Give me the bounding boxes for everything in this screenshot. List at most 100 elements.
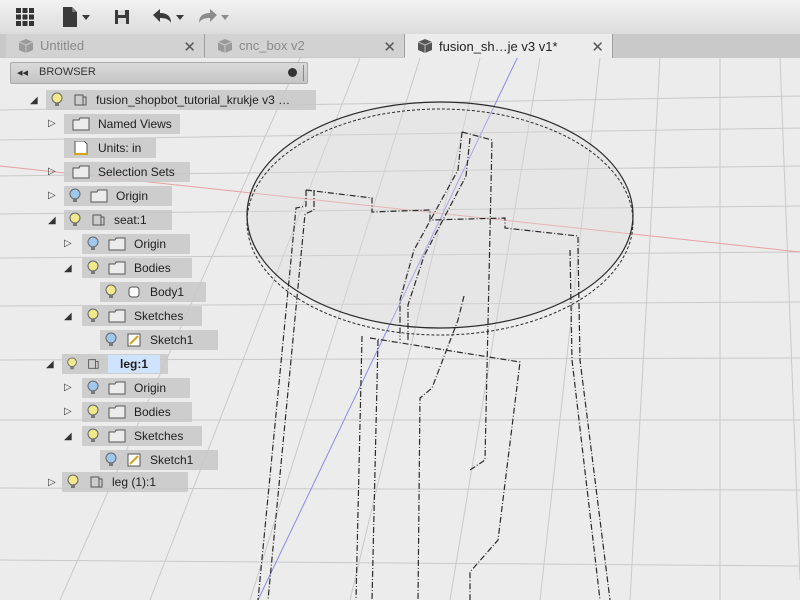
visibility-bulb-icon[interactable] <box>66 474 80 490</box>
visibility-bulb-icon[interactable] <box>86 404 100 420</box>
save-button[interactable] <box>112 5 132 29</box>
tree-node-selection-sets[interactable]: Selection Sets <box>64 162 190 182</box>
tree-node-seat-sketch1[interactable]: Sketch1 <box>100 330 218 350</box>
component-icon <box>90 476 103 488</box>
expanded-triangle-icon[interactable]: ◢ <box>48 215 56 226</box>
visibility-bulb-icon[interactable] <box>86 380 100 396</box>
document-cube-icon <box>18 38 34 53</box>
tree-node-label: Units: in <box>98 141 142 155</box>
save-icon <box>115 10 129 24</box>
tree-node-label: Origin <box>134 381 167 395</box>
tree-node-seat-sketches[interactable]: Sketches <box>82 306 202 326</box>
folder-icon <box>72 165 90 179</box>
visibility-bulb-icon[interactable] <box>86 260 100 276</box>
document-icon <box>74 141 88 155</box>
tree-node-leg-origin[interactable]: Origin <box>82 378 190 398</box>
visibility-bulb-icon[interactable] <box>104 332 118 348</box>
tree-node-leg[interactable]: leg:1 <box>62 354 168 374</box>
tree-node-label: Sketch1 <box>150 453 194 467</box>
visibility-bulb-icon[interactable] <box>68 212 82 228</box>
file-menu-button[interactable] <box>60 5 94 29</box>
tree-node-root[interactable]: fusion_shopbot_tutorial_krukje v3 … <box>46 90 316 110</box>
expanded-triangle-icon[interactable]: ◢ <box>64 311 72 322</box>
visibility-bulb-icon[interactable] <box>68 188 82 204</box>
tab-label: cnc_box v2 <box>239 38 305 53</box>
folder-icon <box>108 261 126 275</box>
tree-node-seat-bodies[interactable]: Bodies <box>82 258 192 278</box>
tree-node-label: Named Views <box>98 117 172 131</box>
redo-icon <box>199 9 229 23</box>
collapsed-triangle-icon[interactable]: ▷ <box>64 382 72 393</box>
grid-icon[interactable] <box>14 5 36 29</box>
expanded-triangle-icon[interactable]: ◢ <box>64 431 72 442</box>
folder-icon <box>72 117 90 131</box>
main-toolbar <box>0 0 800 35</box>
undo-button[interactable] <box>150 5 188 29</box>
tree-node-leg-copy[interactable]: leg (1):1 <box>62 472 188 492</box>
expanded-triangle-icon[interactable]: ◢ <box>30 95 38 106</box>
redo-button[interactable] <box>196 5 234 29</box>
tree-node-label: fusion_shopbot_tutorial_krukje v3 … <box>96 93 291 107</box>
visibility-bulb-icon[interactable] <box>50 92 64 108</box>
tree-node-units[interactable]: Units: in <box>64 138 156 158</box>
collapsed-triangle-icon[interactable]: ▷ <box>64 238 72 249</box>
tree-node-seat[interactable]: seat:1 <box>64 210 172 230</box>
tree-node-label: seat:1 <box>114 213 147 227</box>
body-icon <box>128 286 140 298</box>
tree-node-label: Body1 <box>150 285 185 299</box>
tree-node-label: Bodies <box>134 405 171 419</box>
tab-label: fusion_sh…je v3 v1* <box>439 38 558 54</box>
folder-icon <box>108 237 126 251</box>
tree-node-label: Sketches <box>134 309 184 323</box>
collapsed-triangle-icon[interactable]: ▷ <box>48 118 56 129</box>
visibility-bulb-icon[interactable] <box>86 308 100 324</box>
tree-node-label: Selection Sets <box>98 165 175 179</box>
collapsed-triangle-icon[interactable]: ▷ <box>48 190 56 201</box>
component-icon <box>74 94 87 106</box>
close-icon[interactable]: ✕ <box>591 38 604 56</box>
tree-node-seat-origin[interactable]: Origin <box>82 234 190 254</box>
folder-icon <box>108 405 126 419</box>
folder-icon <box>108 309 126 323</box>
panel-options-icon[interactable] <box>288 68 297 77</box>
tree-node-origin[interactable]: Origin <box>64 186 172 206</box>
tab-cnc-box[interactable]: cnc_box v2 ✕ <box>205 34 405 57</box>
document-cube-icon <box>417 39 433 53</box>
component-icon <box>88 359 99 369</box>
tree-node-leg-sketch1[interactable]: Sketch1 <box>100 450 218 470</box>
collapse-panel-icon[interactable]: ◂◂ <box>17 66 28 79</box>
expanded-triangle-icon[interactable]: ◢ <box>64 263 72 274</box>
visibility-bulb-icon[interactable] <box>104 452 118 468</box>
sketch-icon <box>127 333 141 347</box>
tree-node-leg-bodies[interactable]: Bodies <box>82 402 192 422</box>
tree-node-named-views[interactable]: Named Views <box>64 114 180 134</box>
close-icon[interactable]: ✕ <box>183 38 196 56</box>
undo-icon <box>153 9 184 23</box>
visibility-bulb-icon[interactable] <box>86 236 100 252</box>
folder-icon <box>108 429 126 443</box>
browser-panel-header[interactable]: ◂◂ BROWSER <box>10 62 308 84</box>
visibility-bulb-icon[interactable] <box>86 428 100 444</box>
tree-node-label: Bodies <box>134 261 171 275</box>
tab-label: Untitled <box>40 38 85 53</box>
visibility-bulb-icon[interactable] <box>104 284 118 300</box>
collapsed-triangle-icon[interactable]: ▷ <box>64 406 72 417</box>
browser-title: BROWSER <box>39 66 96 78</box>
tree-node-label: Origin <box>134 237 167 251</box>
file-icon <box>63 7 90 27</box>
folder-icon <box>90 189 108 203</box>
tree-node-leg-sketches[interactable]: Sketches <box>82 426 202 446</box>
tab-untitled[interactable]: Untitled ✕ <box>6 34 205 57</box>
panel-divider <box>303 65 304 81</box>
document-cube-icon <box>217 38 233 53</box>
tree-node-label: leg:1 <box>107 355 160 373</box>
visibility-bulb-icon[interactable] <box>66 356 78 372</box>
collapsed-triangle-icon[interactable]: ▷ <box>48 477 56 488</box>
component-icon <box>92 214 105 226</box>
tree-node-body1[interactable]: Body1 <box>100 282 206 302</box>
tree-node-label: leg (1):1 <box>112 475 157 489</box>
collapsed-triangle-icon[interactable]: ▷ <box>48 166 56 177</box>
expanded-triangle-icon[interactable]: ◢ <box>46 359 54 370</box>
tab-fusion-shopbot[interactable]: fusion_sh…je v3 v1* ✕ <box>405 34 613 58</box>
close-icon[interactable]: ✕ <box>383 38 396 56</box>
